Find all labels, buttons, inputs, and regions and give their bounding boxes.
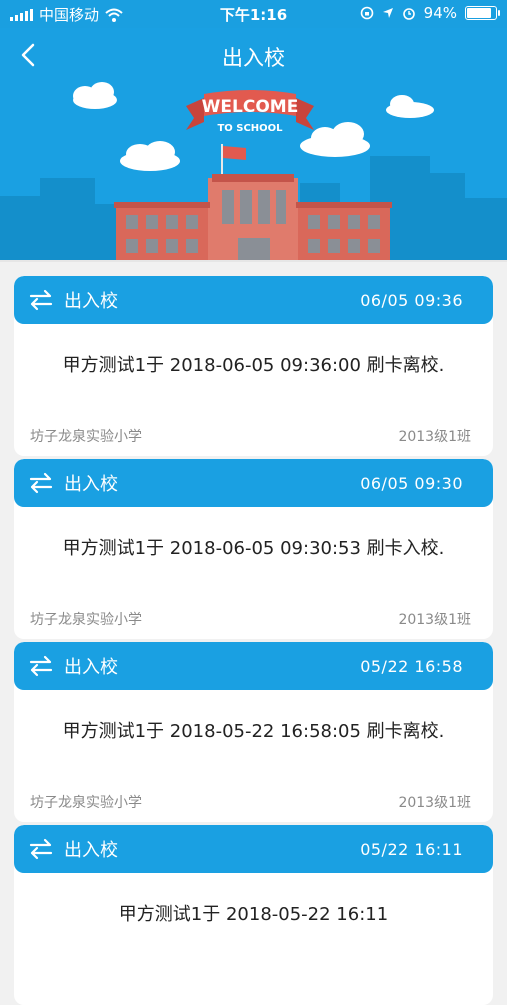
record-card[interactable]: 出入校 05/22 16:58 甲方测试1于 2018-05-22 16:58:…: [14, 642, 493, 822]
header-banner: WELCOME TO SCHOOL 出入校: [0, 28, 507, 262]
record-type: 出入校: [64, 474, 118, 495]
screen-lock-icon: [360, 6, 373, 20]
record-footer: 坊子龙泉实验小学 2013级1班: [30, 609, 471, 629]
record-message: 甲方测试1于 2018-05-22 16:58:05 刷卡离校.: [62, 721, 445, 742]
record-card-header: 出入校 06/05 09:36: [14, 276, 493, 324]
swap-arrows-icon: [29, 289, 53, 311]
record-card-header: 出入校 05/22 16:11: [14, 825, 493, 873]
record-card[interactable]: 出入校 05/22 16:11 甲方测试1于 2018-05-22 16:11: [14, 825, 493, 1005]
school-name: 坊子龙泉实验小学: [30, 795, 142, 811]
page-title: 出入校: [222, 46, 285, 70]
record-time: 06/05 09:30: [360, 473, 463, 493]
record-card-header: 出入校 06/05 09:30: [14, 459, 493, 507]
record-message: 甲方测试1于 2018-06-05 09:36:00 刷卡离校.: [62, 355, 445, 376]
battery-percent: 94%: [423, 4, 457, 22]
record-time: 05/22 16:58: [360, 656, 463, 676]
record-card[interactable]: 出入校 06/05 09:36 甲方测试1于 2018-06-05 09:36:…: [14, 276, 493, 456]
banner-toschool-text: TO SCHOOL: [217, 123, 283, 134]
swap-arrows-icon: [29, 472, 53, 494]
location-icon: [382, 8, 393, 18]
swap-arrows-icon: [29, 838, 53, 860]
banner-welcome-text: WELCOME: [202, 97, 299, 117]
school-name: 坊子龙泉实验小学: [30, 612, 142, 628]
status-bar: 中国移动 下午1:16 94%: [0, 0, 507, 28]
record-time: 05/22 16:11: [360, 839, 463, 859]
nav-bar: 出入校: [0, 28, 507, 84]
class-name: 2013级1班: [398, 612, 471, 628]
record-type: 出入校: [64, 840, 118, 861]
alarm-icon: [402, 8, 415, 20]
swap-arrows-icon: [29, 655, 53, 677]
battery-icon: [465, 6, 500, 20]
record-message: 甲方测试1于 2018-05-22 16:11: [118, 904, 389, 925]
record-card-header: 出入校 05/22 16:58: [14, 642, 493, 690]
record-footer: 坊子龙泉实验小学 2013级1班: [30, 426, 471, 446]
record-message: 甲方测试1于 2018-06-05 09:30:53 刷卡入校.: [62, 538, 445, 559]
record-type: 出入校: [64, 657, 118, 678]
class-name: 2013级1班: [398, 795, 471, 811]
school-name: 坊子龙泉实验小学: [30, 429, 142, 445]
class-name: 2013级1班: [398, 429, 471, 445]
record-type: 出入校: [64, 291, 118, 312]
record-card[interactable]: 出入校 06/05 09:30 甲方测试1于 2018-06-05 09:30:…: [14, 459, 493, 639]
record-footer: 坊子龙泉实验小学 2013级1班: [30, 792, 471, 812]
record-time: 06/05 09:36: [360, 290, 463, 310]
